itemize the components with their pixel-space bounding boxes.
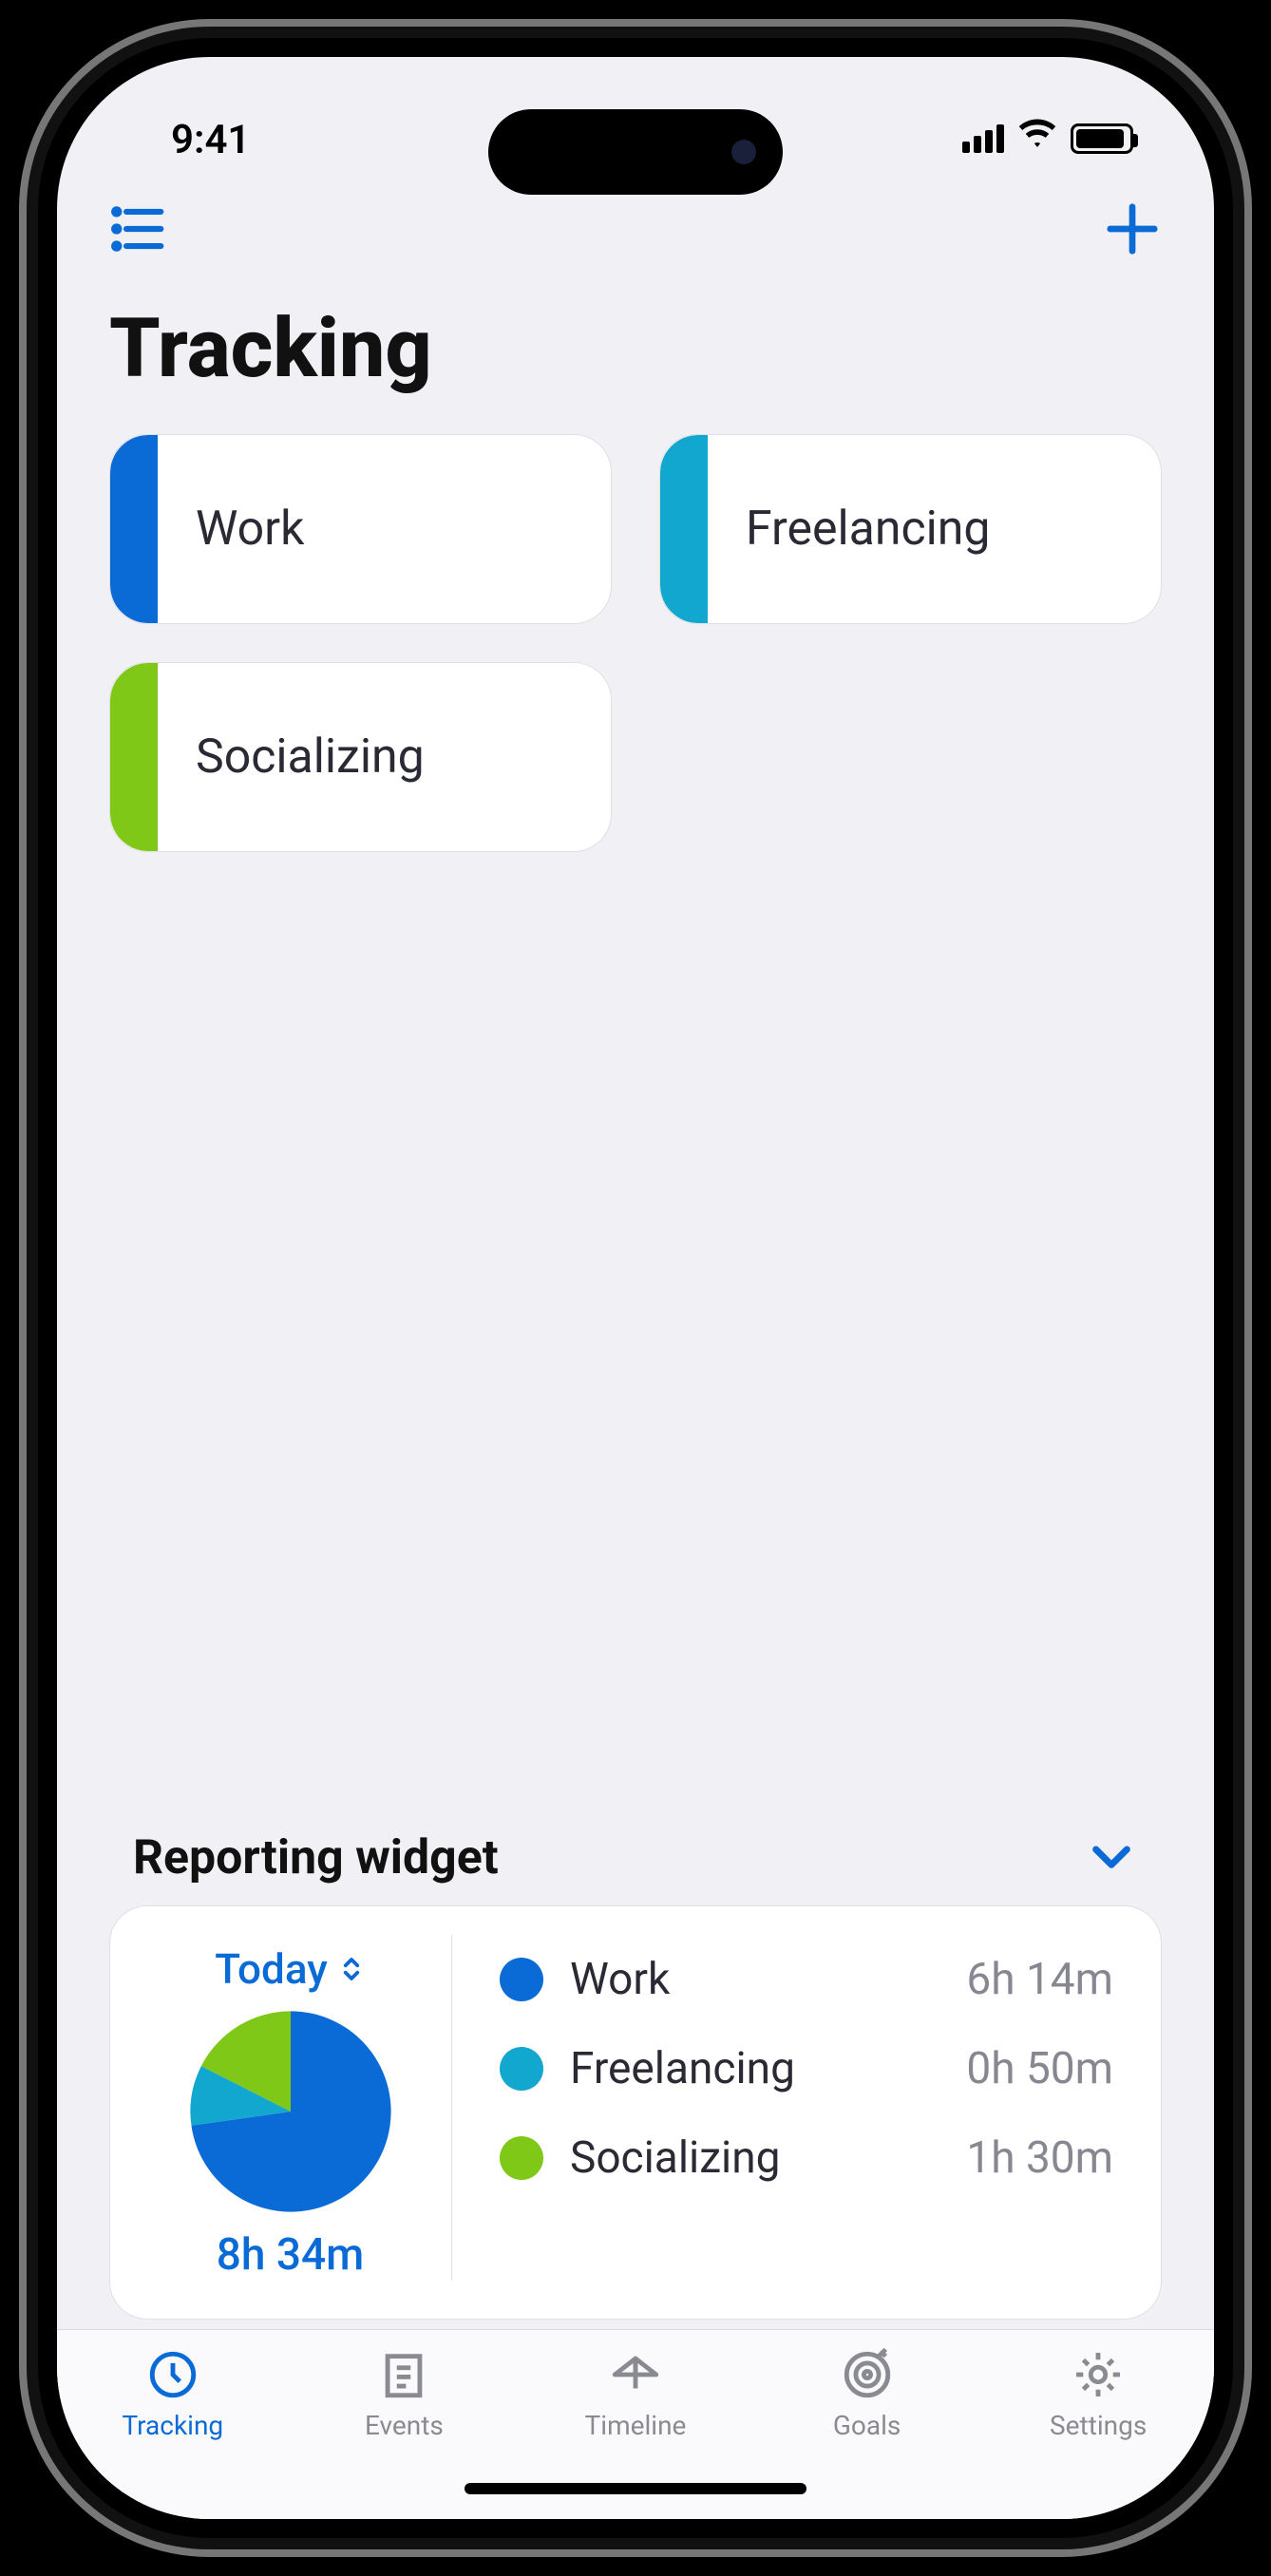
report-row-time: 6h 14m bbox=[966, 1954, 1113, 2005]
pie-chart bbox=[186, 2007, 395, 2216]
report-row: Freelancing 0h 50m bbox=[500, 2043, 1113, 2094]
status-time: 9:41 bbox=[171, 117, 250, 163]
add-button[interactable] bbox=[1103, 199, 1162, 262]
period-selector[interactable]: Today bbox=[215, 1944, 366, 1994]
category-color bbox=[110, 663, 158, 851]
tab-label: Tracking bbox=[122, 2410, 223, 2441]
collapse-widget-button[interactable] bbox=[1085, 1829, 1138, 1886]
tab-goals[interactable]: Goals bbox=[751, 2347, 983, 2441]
report-row-label: Socializing bbox=[570, 2132, 939, 2184]
tab-label: Goals bbox=[833, 2410, 901, 2441]
report-card: Today 8h 34m Work 6h 14m bbox=[109, 1905, 1162, 2320]
category-grid: Work Freelancing Socializing bbox=[57, 425, 1214, 862]
total-time: 8h 34m bbox=[217, 2229, 365, 2281]
menu-list-button[interactable] bbox=[109, 199, 168, 262]
legend-dot bbox=[500, 1958, 543, 2001]
legend-dot bbox=[500, 2136, 543, 2180]
category-card[interactable]: Work bbox=[109, 434, 612, 624]
report-row-label: Freelancing bbox=[570, 2043, 939, 2094]
tab-label: Events bbox=[365, 2410, 444, 2441]
wifi-icon bbox=[1017, 113, 1057, 163]
tab-label: Timeline bbox=[585, 2410, 687, 2441]
tab-label: Settings bbox=[1050, 2410, 1147, 2441]
legend-dot bbox=[500, 2047, 543, 2091]
page-title: Tracking bbox=[57, 272, 1214, 425]
cellular-icon bbox=[962, 124, 1004, 153]
period-label: Today bbox=[215, 1944, 328, 1994]
report-row-time: 0h 50m bbox=[966, 2043, 1113, 2094]
dynamic-island bbox=[488, 109, 783, 195]
report-row: Socializing 1h 30m bbox=[500, 2132, 1113, 2184]
report-row-label: Work bbox=[570, 1954, 939, 2005]
home-indicator[interactable] bbox=[465, 2483, 806, 2494]
report-row: Work 6h 14m bbox=[500, 1954, 1113, 2005]
tab-tracking[interactable]: Tracking bbox=[57, 2347, 289, 2441]
category-label: Freelancing bbox=[708, 502, 991, 557]
report-widget-title: Reporting widget bbox=[133, 1830, 499, 1885]
report-row-time: 1h 30m bbox=[966, 2132, 1113, 2184]
category-color bbox=[110, 435, 158, 623]
tab-timeline[interactable]: Timeline bbox=[520, 2347, 751, 2441]
tab-settings[interactable]: Settings bbox=[982, 2347, 1214, 2441]
tab-events[interactable]: Events bbox=[289, 2347, 521, 2441]
battery-icon bbox=[1071, 123, 1133, 154]
category-label: Work bbox=[158, 502, 304, 557]
category-color bbox=[660, 435, 708, 623]
category-card[interactable]: Freelancing bbox=[659, 434, 1162, 624]
category-card[interactable]: Socializing bbox=[109, 662, 612, 852]
category-label: Socializing bbox=[158, 729, 425, 785]
